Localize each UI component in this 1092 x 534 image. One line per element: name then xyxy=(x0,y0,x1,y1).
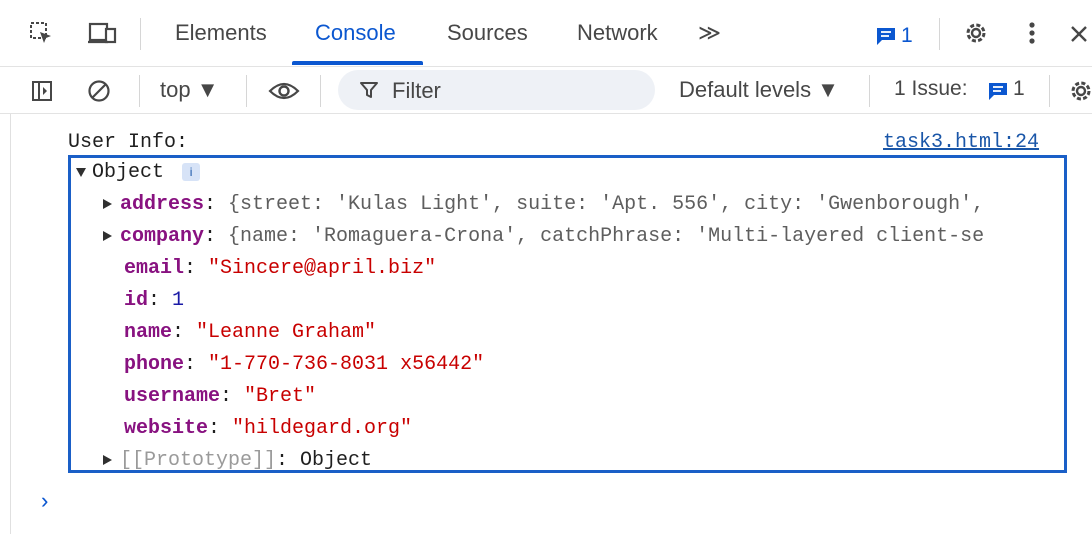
close-icon[interactable] xyxy=(1066,20,1092,48)
property-row-address[interactable]: address: {street: 'Kulas Light', suite: … xyxy=(103,193,984,216)
more-tabs-button[interactable]: ≫ xyxy=(698,20,721,46)
property-row-phone: phone: "1-770-736-8031 x56442" xyxy=(124,353,485,376)
console-settings-gear-icon[interactable] xyxy=(1066,76,1092,106)
gutter-line xyxy=(10,114,11,534)
divider xyxy=(140,18,141,50)
divider xyxy=(139,75,140,107)
property-value: "Sincere@april.biz" xyxy=(208,257,437,280)
collapsed-triangle-icon[interactable] xyxy=(103,455,112,465)
messages-icon[interactable] xyxy=(874,24,898,48)
divider xyxy=(869,75,870,107)
property-value: "Bret" xyxy=(244,385,317,408)
property-preview: {street: 'Kulas Light', suite: 'Apt. 556… xyxy=(228,193,985,216)
settings-gear-icon[interactable] xyxy=(961,18,991,48)
issues-label[interactable]: 1 Issue: xyxy=(894,77,968,101)
tab-network[interactable]: Network xyxy=(577,20,658,46)
divider xyxy=(1049,75,1050,107)
property-row-prototype[interactable]: [[Prototype]]: Object xyxy=(103,449,372,472)
info-icon[interactable]: i xyxy=(182,162,201,181)
collapsed-triangle-icon[interactable] xyxy=(103,231,112,241)
property-row-name: name: "Leanne Graham" xyxy=(124,321,377,344)
divider xyxy=(320,75,321,107)
property-value: "Leanne Graham" xyxy=(196,321,377,344)
object-header[interactable]: Object i xyxy=(76,161,201,184)
filter-input[interactable]: Filter xyxy=(338,70,655,110)
log-message-label: User Info: xyxy=(68,131,189,154)
sidebar-toggle-icon[interactable] xyxy=(28,77,56,105)
source-link[interactable]: task3.html:24 xyxy=(883,131,1039,154)
property-key: name xyxy=(124,321,173,344)
property-value: 1 xyxy=(172,289,185,312)
filter-placeholder: Filter xyxy=(392,78,441,103)
console-output: User Info: task3.html:24 Object i addres… xyxy=(0,114,1092,534)
property-value: Object xyxy=(300,449,373,472)
device-toolbar-icon[interactable] xyxy=(84,18,120,50)
console-prompt[interactable]: › xyxy=(38,490,51,515)
devtools-tabbar: Elements Console Sources Network ≫ 1 xyxy=(0,0,1092,67)
property-key: email xyxy=(124,257,185,280)
console-toolbar: top ▼ Filter Default levels ▼ 1 Issue: 1 xyxy=(0,67,1092,114)
property-row-email: email: "Sincere@april.biz" xyxy=(124,257,437,280)
context-selector[interactable]: top ▼ xyxy=(160,77,218,103)
more-options-icon[interactable] xyxy=(1022,18,1042,48)
tab-elements[interactable]: Elements xyxy=(175,20,267,46)
collapsed-triangle-icon[interactable] xyxy=(103,199,112,209)
log-levels-dropdown[interactable]: Default levels ▼ xyxy=(679,77,839,103)
clear-console-icon[interactable] xyxy=(84,76,114,106)
property-key: phone xyxy=(124,353,185,376)
property-row-website: website: "hildegard.org" xyxy=(124,417,413,440)
property-value: "1-770-736-8031 x56442" xyxy=(208,353,485,376)
live-expression-eye-icon[interactable] xyxy=(265,76,303,106)
property-key: address xyxy=(120,193,205,216)
property-key: company xyxy=(120,225,205,248)
active-tab-indicator xyxy=(292,61,423,65)
tab-sources[interactable]: Sources xyxy=(447,20,528,46)
divider xyxy=(939,18,940,50)
messages-count: 1 xyxy=(901,24,913,47)
property-row-id: id: 1 xyxy=(124,289,185,312)
divider xyxy=(246,75,247,107)
property-key: id xyxy=(124,289,149,312)
property-preview: {name: 'Romaguera-Crona', catchPhrase: '… xyxy=(228,225,985,248)
property-key: [[Prototype]] xyxy=(120,449,277,472)
property-row-username: username: "Bret" xyxy=(124,385,317,408)
property-key: username xyxy=(124,385,221,408)
filter-funnel-icon xyxy=(358,80,380,100)
object-type: Object xyxy=(92,161,165,184)
property-key: website xyxy=(124,417,209,440)
expanded-triangle-icon[interactable] xyxy=(76,168,86,177)
tab-console[interactable]: Console xyxy=(315,20,396,46)
issues-count: 1 xyxy=(1013,77,1025,100)
inspect-element-icon[interactable] xyxy=(26,18,58,50)
property-value: "hildegard.org" xyxy=(232,417,413,440)
issues-icon[interactable] xyxy=(986,80,1010,102)
property-row-company[interactable]: company: {name: 'Romaguera-Crona', catch… xyxy=(103,225,984,248)
